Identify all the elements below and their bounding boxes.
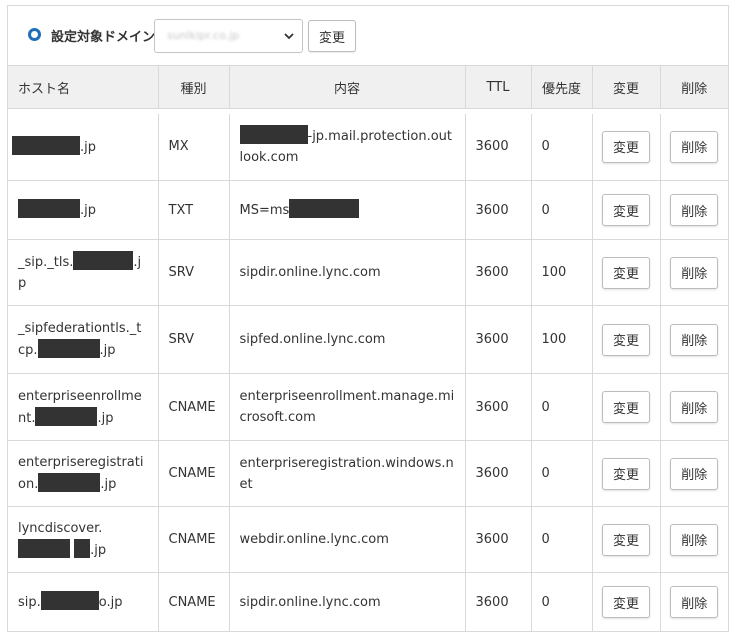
table-header-row: ホスト名 種別 内容 TTL 優先度 変更 削除 — [8, 65, 728, 109]
change-record-button[interactable]: 変更 — [602, 130, 650, 163]
radio-selected-icon[interactable] — [28, 28, 41, 41]
type-cell: TXT — [157, 180, 229, 240]
delete-record-button[interactable]: 削除 — [670, 391, 719, 423]
dns-records-panel: 設定対象ドメイン sunlkipr.co.jp 変更 ホスト名 種別 内容 TT… — [7, 5, 729, 632]
header-content: 内容 — [228, 65, 465, 109]
priority-cell: 0 — [530, 506, 592, 573]
delete-record-button[interactable]: 削除 — [670, 586, 719, 618]
content-cell: webdir.online.lync.com — [228, 506, 465, 573]
header-host: ホスト名 — [8, 65, 158, 109]
redacted-block — [12, 135, 80, 155]
redacted-block — [239, 125, 308, 145]
domain-select[interactable]: sunlkipr.co.jp — [154, 19, 303, 53]
delete-record-button[interactable]: 削除 — [670, 523, 719, 556]
priority-cell: 0 — [530, 373, 592, 441]
header-delete: 削除 — [659, 65, 728, 109]
ttl-cell: 3600 — [464, 305, 531, 374]
host-cell: enterpriseenrollment. .jp — [8, 373, 158, 441]
ttl-cell: 3600 — [464, 572, 531, 632]
domain-select-value: sunlkipr.co.jp — [167, 29, 240, 42]
table-row: enterpriseregistration. .jp CNAME enterpr… — [8, 440, 728, 507]
table-row: enterpriseenrollment. .jp CNAME enterpris… — [8, 373, 728, 441]
delete-record-button[interactable]: 削除 — [670, 256, 719, 289]
content-cell: sipfed.online.lync.com — [228, 305, 465, 374]
priority-cell: 0 — [530, 113, 592, 181]
redacted-block — [289, 199, 360, 218]
change-record-button[interactable]: 変更 — [602, 523, 650, 556]
header-ttl: TTL — [464, 65, 531, 109]
priority-cell: 100 — [530, 239, 592, 306]
priority-cell: 0 — [530, 572, 592, 632]
redacted-block — [38, 473, 101, 492]
host-cell: enterpriseregistration. .jp — [8, 440, 158, 507]
host-cell: .jp — [8, 180, 158, 240]
host-cell: lyncdiscover. .jp — [8, 506, 158, 573]
priority-cell: 0 — [530, 440, 592, 507]
table-row: .jp MX -jp.mail.protection.outlook.com 3… — [8, 113, 728, 181]
table-row: _sip._tls. .jp SRV sipdir.online.lync.com… — [8, 239, 728, 306]
redacted-block — [18, 539, 70, 558]
type-cell: CNAME — [157, 440, 229, 507]
table-row: .jp TXT MS=ms 3600 0 変更 削除 — [8, 180, 728, 240]
chevron-down-icon — [284, 33, 294, 40]
delete-record-button[interactable]: 削除 — [670, 194, 719, 226]
table-row: sip. o.jp CNAME sipdir.online.lync.com 36… — [8, 572, 728, 632]
domain-label: 設定対象ドメイン — [51, 30, 156, 45]
table-row: lyncdiscover. .jp CNAME webdir.online.ly… — [8, 506, 728, 573]
ttl-cell: 3600 — [464, 239, 531, 306]
type-cell: CNAME — [157, 506, 229, 573]
table-row: _sipfederationtls._tcp. .jp SRV sipfed.on… — [8, 305, 728, 374]
ttl-cell: 3600 — [464, 373, 531, 441]
ttl-cell: 3600 — [464, 506, 531, 573]
priority-cell: 0 — [530, 180, 592, 240]
content-cell: enterpriseenrollment.manage.microsoft.co… — [228, 373, 465, 441]
host-cell: sip. o.jp — [8, 572, 158, 632]
change-record-button[interactable]: 変更 — [602, 323, 650, 356]
redacted-block — [74, 539, 91, 558]
type-cell: SRV — [157, 239, 229, 306]
delete-record-button[interactable]: 削除 — [670, 457, 719, 490]
ttl-cell: 3600 — [464, 440, 531, 507]
type-cell: CNAME — [157, 373, 229, 441]
change-record-button[interactable]: 変更 — [602, 457, 650, 490]
domain-selector-bar: 設定対象ドメイン sunlkipr.co.jp 変更 — [8, 6, 728, 65]
content-cell: -jp.mail.protection.outlook.com — [228, 113, 465, 181]
change-record-button[interactable]: 変更 — [602, 256, 650, 289]
ttl-cell: 3600 — [464, 113, 531, 181]
content-cell: sipdir.online.lync.com — [228, 239, 465, 306]
change-record-button[interactable]: 変更 — [602, 391, 650, 423]
delete-record-button[interactable]: 削除 — [670, 323, 719, 356]
header-priority: 優先度 — [530, 65, 592, 109]
header-type: 種別 — [157, 65, 229, 109]
host-cell: _sip._tls. .jp — [8, 239, 158, 306]
host-cell: .jp — [8, 113, 158, 181]
type-cell: CNAME — [157, 572, 229, 632]
change-domain-button[interactable]: 変更 — [308, 20, 356, 52]
type-cell: MX — [157, 113, 229, 181]
content-cell: MS=ms — [228, 180, 465, 240]
ttl-cell: 3600 — [464, 180, 531, 240]
redacted-block — [73, 251, 134, 270]
type-cell: SRV — [157, 305, 229, 374]
dns-records-table: ホスト名 種別 内容 TTL 優先度 変更 削除 .jp MX -jp.mail… — [8, 65, 728, 632]
redacted-block — [35, 406, 98, 426]
header-change: 変更 — [591, 65, 660, 109]
redacted-block — [37, 339, 100, 358]
delete-record-button[interactable]: 削除 — [670, 130, 719, 163]
content-cell: enterpriseregistration.windows.net — [228, 440, 465, 507]
change-record-button[interactable]: 変更 — [602, 194, 650, 226]
redacted-block — [40, 591, 99, 610]
redacted-block — [18, 199, 80, 218]
change-record-button[interactable]: 変更 — [602, 586, 650, 618]
host-cell: _sipfederationtls._tcp. .jp — [8, 305, 158, 374]
content-cell: sipdir.online.lync.com — [228, 572, 465, 632]
priority-cell: 100 — [530, 305, 592, 374]
